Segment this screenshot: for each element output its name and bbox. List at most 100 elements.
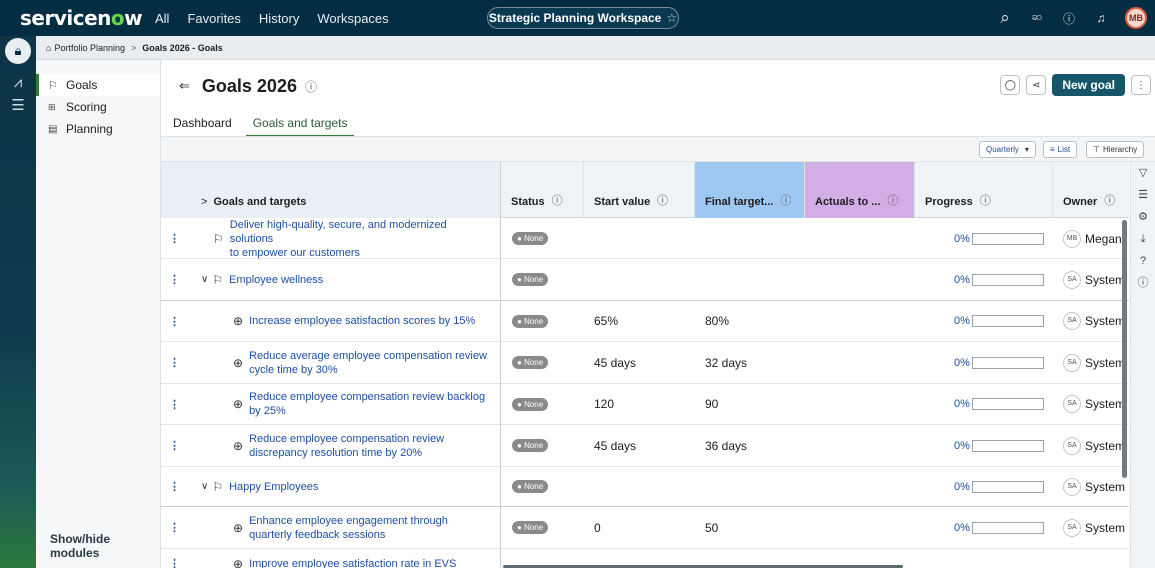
sidebar-item-goals[interactable]: ⚐ Goals (36, 74, 160, 96)
download-icon[interactable]: ⤓ (1131, 228, 1155, 250)
table-row[interactable]: ⋮ ⊕ Reduce employee compensation review dis… (161, 425, 1129, 467)
row-menu-icon[interactable]: ⋮ (169, 219, 181, 258)
servicenow-logo[interactable]: servicenow (20, 6, 145, 30)
row-menu-icon[interactable]: ⋮ (169, 342, 181, 383)
breadcrumb-current: Goals 2026 - Goals (142, 42, 223, 53)
column-label: Progress (925, 196, 973, 208)
info-icon[interactable]: ⓘ (657, 192, 668, 208)
column-header-status[interactable]: Status ⓘ (500, 162, 583, 218)
status-label: None (524, 358, 544, 367)
star-icon[interactable]: ☆ (666, 11, 677, 25)
sidebar-item-planning[interactable]: ▤ Planning (36, 118, 160, 140)
nav-all[interactable]: All (155, 11, 169, 26)
goal-link[interactable]: Reduce employee compensation review discr… (249, 432, 444, 460)
new-goal-button[interactable]: New goal (1052, 74, 1125, 96)
info-icon[interactable]: ⓘ (780, 192, 791, 208)
row-menu-icon[interactable]: ⋮ (169, 301, 181, 341)
breadcrumb-parent[interactable]: Portfolio Planning (54, 43, 125, 53)
more-options-button[interactable]: ⋮ (1131, 75, 1151, 95)
gear-icon[interactable]: ⚙ (1131, 206, 1155, 228)
goal-link[interactable]: Employee wellness (229, 273, 323, 287)
column-header-owner[interactable]: Owner ⓘ (1052, 162, 1129, 218)
column-header-actuals[interactable]: Actuals to ... ⓘ (804, 162, 914, 218)
column-header-progress[interactable]: Progress ⓘ (914, 162, 1052, 218)
target-icon: ⊕ (233, 314, 244, 328)
nav-workspaces[interactable]: Workspaces (317, 11, 388, 26)
chevron-right-icon[interactable]: > (201, 196, 207, 208)
group-row[interactable]: ⋮ ∨ ⚐ Employee wellness ● None 0% SA System (161, 259, 1129, 301)
tab-dashboard[interactable]: Dashboard (173, 116, 232, 137)
final-target-cell: 80% (705, 314, 730, 328)
lock-icon[interactable]: 🔒︎ (5, 38, 31, 64)
goal-link[interactable]: Reduce employee compensation review back… (249, 390, 485, 418)
show-hide-modules-button[interactable]: Show/hide modules (50, 532, 160, 560)
status-badge: ● None (512, 521, 549, 534)
table-row[interactable]: ⋮ ⚐ Deliver high-quality, secure, and mode… (161, 219, 1129, 259)
owner-cell: SA System (1063, 342, 1125, 383)
info-icon[interactable]: ⓘ (980, 192, 991, 208)
owner-avatar: SA (1063, 518, 1081, 537)
tab-goals-and-targets[interactable]: Goals and targets (245, 116, 355, 137)
goal-link[interactable]: Reduce average employee compensation rev… (249, 349, 487, 377)
breadcrumb: ⌂ Portfolio Planning > Goals 2026 - Goal… (36, 36, 1155, 60)
list-view-button[interactable]: ≡ List (1043, 141, 1078, 158)
row-menu-icon[interactable]: ⋮ (169, 467, 181, 506)
goal-link[interactable]: Deliver high-quality, secure, and modern… (230, 218, 491, 260)
chat-icon[interactable]: ဆ (1029, 10, 1045, 26)
table-row[interactable]: ⋮ ⊕ Reduce average employee compensation r… (161, 342, 1129, 384)
collapse-icon[interactable]: ⇐ (179, 78, 190, 94)
goal-link[interactable]: Enhance employee engagement through quart… (249, 514, 448, 542)
column-header-final-target[interactable]: Final target... ⓘ (694, 162, 804, 218)
goal-name-line: Reduce employee compensation review back… (249, 391, 486, 403)
goal-link[interactable]: Improve employee satisfaction rate in EV… (249, 557, 456, 568)
nav-favorites[interactable]: Favorites (187, 11, 240, 26)
header-actions: ◯ ⋖ New goal ⋮ (1000, 74, 1151, 96)
filter-icon[interactable]: ▽ (1131, 162, 1155, 184)
vertical-scrollbar[interactable] (1122, 220, 1127, 478)
group-row[interactable]: ⋮ ∨ ⚐ Happy Employees ● None 0% SA System (161, 467, 1129, 507)
nav-history[interactable]: History (259, 11, 299, 26)
share-button[interactable]: ⋖ (1026, 75, 1047, 95)
user-avatar[interactable]: MB (1125, 7, 1147, 29)
goal-name-line: by 25% (249, 405, 286, 417)
column-header-start-value[interactable]: Start value ⓘ (583, 162, 694, 218)
grid-toolbar: Quarterly ▾ ≡ List ⊤ Hierarchy (161, 136, 1155, 162)
row-menu-icon[interactable]: ⋮ (169, 425, 181, 466)
info-icon[interactable]: ⓘ (1104, 192, 1115, 208)
settings-sliders-icon[interactable]: ☰ (1131, 184, 1155, 206)
search-icon[interactable]: ⌕ (997, 8, 1013, 28)
row-menu-icon[interactable]: ⋮ (169, 259, 181, 300)
owner-cell: SA System (1063, 384, 1125, 424)
final-target-cell: 50 (705, 520, 719, 535)
info-icon[interactable]: ⓘ (552, 192, 563, 208)
goal-name-cell: ∨ ⚐ Employee wellness (201, 259, 491, 300)
period-dropdown[interactable]: Quarterly ▾ (979, 141, 1036, 158)
start-value-cell: 45 days (594, 438, 637, 453)
table-row[interactable]: ⋮ ⊕ Increase employee satisfaction scores … (161, 301, 1129, 342)
info-icon[interactable]: ⓘ (887, 192, 898, 208)
workspace-selector[interactable]: Strategic Planning Workspace ☆ (487, 7, 679, 29)
chevron-down-icon[interactable]: ∨ (201, 481, 208, 492)
chevron-down-icon[interactable]: ∨ (201, 274, 208, 285)
info-icon[interactable]: ⓘ (305, 78, 317, 95)
row-menu-icon[interactable]: ⋮ (169, 549, 181, 568)
comment-button[interactable]: ◯ (1000, 75, 1021, 95)
owner-name: Megan (1085, 231, 1122, 246)
column-header-goals[interactable]: > Goals and targets (161, 162, 500, 218)
info-icon[interactable]: ⓘ (1131, 272, 1155, 294)
sidebar-item-scoring[interactable]: ⊞ Scoring (36, 96, 160, 118)
chart-icon[interactable]: ⩘ (0, 74, 36, 96)
page-title: Goals 2026 (201, 75, 297, 96)
bell-icon[interactable]: ♫ (1093, 11, 1109, 25)
table-row[interactable]: ⋮ ⊕ Reduce employee compensation review ba… (161, 384, 1129, 425)
goal-link[interactable]: Increase employee satisfaction scores by… (249, 314, 475, 328)
hierarchy-view-button[interactable]: ⊤ Hierarchy (1086, 141, 1145, 158)
row-menu-icon[interactable]: ⋮ (169, 384, 181, 424)
owner-name: System (1085, 355, 1126, 370)
help-icon[interactable]: ? (1131, 250, 1155, 272)
table-row[interactable]: ⋮ ⊕ Enhance employee engagement through qua… (161, 507, 1129, 549)
row-menu-icon[interactable]: ⋮ (169, 507, 181, 548)
help-icon[interactable]: ⓘ (1061, 10, 1077, 27)
goal-link[interactable]: Happy Employees (229, 480, 318, 494)
list-icon[interactable]: ☰ (0, 96, 36, 118)
